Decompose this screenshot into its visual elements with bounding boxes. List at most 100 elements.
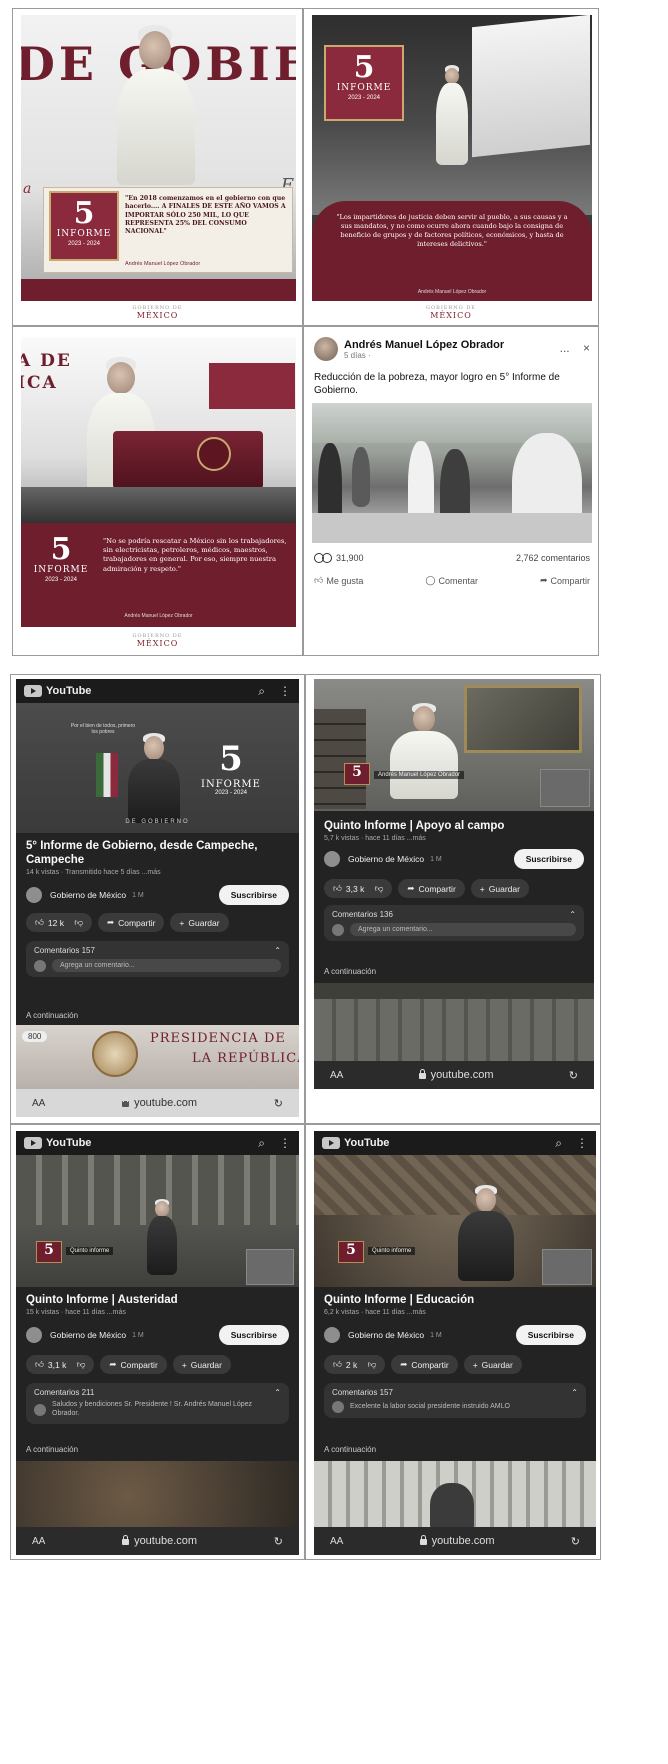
thumb-down-icon[interactable]: 👎︎ [74, 917, 83, 928]
thumb-down-icon[interactable]: 👎︎ [77, 1359, 86, 1370]
video-views[interactable]: 14 k vistas · Transmitido hace 5 días ..… [26, 869, 289, 876]
action-buttons: 👍︎ 3,3 k 👎︎ ➦ Compartir + Guardar [324, 879, 594, 898]
next-video-thumbnail[interactable] [314, 1461, 596, 1531]
subscribe-button[interactable]: Suscribirse [513, 849, 584, 869]
comments-count[interactable]: 2,762 comentarios [516, 553, 590, 563]
save-button[interactable]: + Guardar [170, 913, 229, 932]
video-views[interactable]: 5,7 k vistas · hace 11 días ...más [324, 835, 584, 842]
video-views[interactable]: 15 k vistas · hace 11 días ...más [26, 1309, 289, 1316]
reload-icon[interactable]: ↻ [274, 1097, 283, 1110]
like-button[interactable]: 👍︎ 3,1 k 👎︎ [26, 1355, 95, 1374]
author-name[interactable]: Andrés Manuel López Obrador [344, 339, 504, 351]
top-comment[interactable]: Excelente la labor social presidente ins… [350, 1403, 510, 1412]
video-player[interactable]: 5 Andrés Manuel López Obrador [314, 679, 594, 811]
next-video-thumbnail[interactable] [314, 983, 594, 1061]
plus-icon: + [479, 883, 485, 894]
share-button[interactable]: ➦ Compartir [398, 879, 465, 898]
youtube-logo[interactable]: YouTube [322, 1137, 389, 1149]
comments-box[interactable]: Comentarios 136 ⌃ Agrega un comentario... [324, 905, 584, 941]
channel-avatar[interactable] [26, 1327, 42, 1343]
reactions[interactable]: 31,900 [314, 553, 364, 563]
youtube-logo[interactable]: YouTube [24, 685, 91, 697]
text-size-button[interactable]: AA [32, 1536, 45, 1547]
search-icon[interactable]: ⌕ [258, 1136, 265, 1151]
url-field[interactable]: youtube.com [418, 1069, 494, 1081]
channel-avatar[interactable] [324, 851, 340, 867]
comment-button[interactable]: ◯ Comentar [425, 575, 478, 586]
crowd-person [352, 447, 370, 507]
share-button[interactable]: ➦ Compartir [540, 575, 590, 586]
search-icon[interactable]: ⌕ [555, 1136, 562, 1151]
video-player[interactable]: Por el bien de todos, primero los pobres… [16, 703, 299, 833]
save-button[interactable]: + Guardar [172, 1355, 231, 1374]
next-video-thumbnail[interactable] [16, 1461, 299, 1531]
subscribe-button[interactable]: Suscribirse [515, 1325, 586, 1345]
video-player[interactable]: 5 Quinto informe [314, 1155, 596, 1287]
channel-name[interactable]: Gobierno de México [348, 1330, 424, 1340]
video-player[interactable]: 5 Quinto informe [16, 1155, 299, 1287]
share-button[interactable]: ➦ Compartir [100, 1355, 167, 1374]
expand-icon[interactable]: ⌃ [274, 946, 281, 955]
video-title[interactable]: 5° Informe de Gobierno, desde Campeche, … [26, 839, 289, 868]
more-icon[interactable]: ⋮ [279, 1136, 291, 1151]
browser-url-bar[interactable]: AA youtube.com ↻ [314, 1061, 594, 1089]
add-comment-field[interactable]: Agrega un comentario... [52, 959, 281, 972]
browser-url-bar[interactable]: AA youtube.com ↻ [16, 1089, 299, 1117]
channel-row: Gobierno de México 1 M Suscribirse [26, 885, 289, 905]
text-size-button[interactable]: AA [32, 1098, 45, 1109]
gobierno-mexico-logo: GOBIERNO DE MÉXICO [426, 305, 476, 320]
video-views[interactable]: 6,2 k vistas · hace 11 días ...más [324, 1309, 586, 1316]
poster-cell-3: A DE ICA 5 INFORME 2023 - 2024 "No se po… [12, 326, 303, 656]
more-options-icon[interactable]: ... [560, 341, 570, 355]
save-button[interactable]: + Guardar [470, 879, 529, 898]
text-size-button[interactable]: AA [330, 1070, 343, 1081]
channel-name[interactable]: Gobierno de México [50, 1330, 126, 1340]
share-button[interactable]: ➦ Compartir [391, 1355, 458, 1374]
browser-url-bar[interactable]: AA youtube.com ↻ [314, 1527, 596, 1555]
thumb-down-icon[interactable]: 👎︎ [375, 883, 384, 894]
channel-avatar[interactable] [324, 1327, 340, 1343]
like-button[interactable]: 👍︎ 3,3 k 👎︎ [324, 879, 393, 898]
video-title[interactable]: Quinto Informe | Educación [324, 1293, 586, 1307]
url-field[interactable]: youtube.com [419, 1535, 495, 1547]
reload-icon[interactable]: ↻ [571, 1535, 580, 1548]
browser-url-bar[interactable]: AA youtube.com ↻ [16, 1527, 299, 1555]
author-avatar[interactable] [314, 337, 338, 361]
expand-icon[interactable]: ⌃ [571, 1388, 578, 1397]
top-comment[interactable]: Saludos y bendiciones Sr. Presidente ! S… [52, 1401, 281, 1419]
video-title[interactable]: Quinto Informe | Austeridad [26, 1293, 289, 1307]
share-button[interactable]: ➦ Compartir [97, 913, 165, 932]
close-icon[interactable]: × [583, 341, 590, 355]
reload-icon[interactable]: ↻ [274, 1535, 283, 1548]
expand-icon[interactable]: ⌃ [274, 1388, 281, 1397]
youtube-cell-4: YouTube ⌕ ⋮ 5 Quinto informe Quinto Infor… [305, 1124, 601, 1560]
expand-icon[interactable]: ⌃ [569, 910, 576, 919]
comments-box[interactable]: Comentarios 157 ⌃ Excelente la labor soci… [324, 1383, 586, 1418]
comments-box[interactable]: Comentarios 157 ⌃ Agrega un comentario... [26, 941, 289, 977]
video-title[interactable]: Quinto Informe | Apoyo al campo [324, 819, 584, 833]
comments-box[interactable]: Comentarios 211 ⌃ Saludos y bendiciones S… [26, 1383, 289, 1424]
url-field[interactable]: youtube.com [122, 1535, 197, 1547]
like-button[interactable]: 👍︎ Me gusta [314, 575, 363, 586]
add-comment-field[interactable]: Agrega un comentario... [350, 923, 576, 936]
reload-icon[interactable]: ↻ [569, 1069, 578, 1082]
channel-avatar[interactable] [26, 887, 42, 903]
url-field[interactable]: youtube.com [122, 1097, 197, 1109]
subscribe-button[interactable]: Suscribirse [218, 1325, 289, 1345]
more-icon[interactable]: ⋮ [576, 1136, 588, 1151]
subscribe-button[interactable]: Suscribirse [218, 885, 289, 905]
next-video-thumbnail[interactable]: 800 PRESIDENCIA DE LA REPÚBLICA [16, 1025, 299, 1089]
president-figure [432, 65, 472, 165]
like-button[interactable]: 👍︎ 2 k 👎︎ [324, 1355, 386, 1374]
gobierno-mexico-logo: GOBIERNO DE MÉXICO [132, 633, 183, 648]
channel-name[interactable]: Gobierno de México [50, 890, 126, 900]
save-button[interactable]: + Guardar [463, 1355, 522, 1374]
search-icon[interactable]: ⌕ [258, 684, 265, 699]
channel-name[interactable]: Gobierno de México [348, 854, 424, 864]
thumb-down-icon[interactable]: 👎︎ [368, 1359, 377, 1370]
post-photo[interactable] [312, 403, 592, 543]
text-size-button[interactable]: AA [330, 1536, 343, 1547]
youtube-logo[interactable]: YouTube [24, 1137, 91, 1149]
more-icon[interactable]: ⋮ [279, 684, 291, 699]
like-button[interactable]: 👍︎ 12 k 👎︎ [26, 913, 92, 932]
